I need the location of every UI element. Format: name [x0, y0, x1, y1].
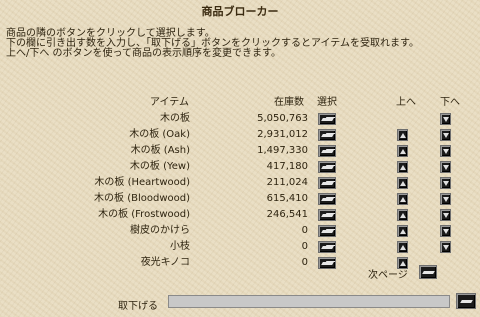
header-item: アイテム [150, 97, 189, 108]
item-name: 木の板 (Frostwood) [98, 209, 190, 220]
select-button[interactable] [318, 257, 336, 269]
item-row: 木の板 (Frostwood) 246,541 [0, 207, 480, 223]
item-stock: 0 [301, 225, 308, 236]
item-name: 小枝 [170, 241, 190, 252]
select-button[interactable] [318, 241, 336, 253]
next-page-button[interactable] [419, 265, 437, 279]
item-row: 小枝 0 [0, 239, 480, 255]
item-row: 樹皮のかけら 0 [0, 223, 480, 239]
next-page-label: 次ページ [368, 270, 408, 281]
item-name: 木の板 (Oak) [129, 129, 190, 140]
move-down-button[interactable] [440, 193, 451, 205]
item-row: 木の板 (Heartwood) 211,024 [0, 175, 480, 191]
move-down-button[interactable] [440, 129, 451, 141]
select-button[interactable] [318, 193, 336, 205]
item-name: 木の板 (Ash) [130, 145, 190, 156]
move-up-button[interactable] [397, 177, 408, 189]
withdraw-quantity-input[interactable] [168, 295, 450, 308]
move-up-button[interactable] [397, 225, 408, 237]
withdraw-button[interactable] [456, 293, 476, 309]
item-row: 木の板 (Oak) 2,931,012 [0, 127, 480, 143]
move-up-button[interactable] [397, 145, 408, 157]
item-stock: 211,024 [266, 177, 308, 188]
move-up-button[interactable] [397, 241, 408, 253]
item-name: 樹皮のかけら [130, 225, 190, 236]
move-down-button[interactable] [440, 161, 451, 173]
header-stock: 在庫数 [274, 97, 304, 108]
item-name: 木の板 [160, 113, 190, 124]
move-down-button[interactable] [440, 145, 451, 157]
move-up-button[interactable] [397, 161, 408, 173]
item-row: 木の板 (Ash) 1,497,330 [0, 143, 480, 159]
move-up-button[interactable] [397, 193, 408, 205]
select-button[interactable] [318, 225, 336, 237]
header-down: 下へ [440, 97, 460, 108]
item-row: 木の板 (Bloodwood) 615,410 [0, 191, 480, 207]
item-stock: 1,497,330 [257, 145, 308, 156]
item-stock: 5,050,763 [257, 113, 308, 124]
item-name: 木の板 (Heartwood) [94, 177, 190, 188]
select-button[interactable] [318, 129, 336, 141]
select-button[interactable] [318, 209, 336, 221]
item-stock: 0 [301, 257, 308, 268]
item-name: 木の板 (Bloodwood) [94, 193, 190, 204]
move-down-button[interactable] [440, 177, 451, 189]
header-select: 選択 [317, 97, 337, 108]
item-row: 木の板 5,050,763 [0, 111, 480, 127]
item-stock: 0 [301, 241, 308, 252]
select-button[interactable] [318, 161, 336, 173]
move-up-button[interactable] [397, 209, 408, 221]
instruction-line-3: 上へ/下へ のボタンを使って商品の表示順序を変更できます。 [6, 48, 282, 59]
item-row: 夜光キノコ 0 [0, 255, 480, 271]
move-down-button[interactable] [440, 225, 451, 237]
move-down-button[interactable] [440, 241, 451, 253]
item-name: 木の板 (Yew) [129, 161, 190, 172]
header-up: 上へ [396, 97, 416, 108]
item-stock: 417,180 [266, 161, 308, 172]
item-stock: 615,410 [266, 193, 308, 204]
item-stock: 2,931,012 [257, 129, 308, 140]
move-up-button[interactable] [397, 129, 408, 141]
move-down-button[interactable] [440, 113, 451, 125]
select-button[interactable] [318, 177, 336, 189]
window-title: 商品ブローカー [201, 5, 279, 18]
move-down-button[interactable] [440, 209, 451, 221]
item-row: 木の板 (Yew) 417,180 [0, 159, 480, 175]
select-button[interactable] [318, 145, 336, 157]
withdraw-label: 取下げる [118, 301, 158, 312]
select-button[interactable] [318, 113, 336, 125]
item-stock: 246,541 [266, 209, 308, 220]
item-name: 夜光キノコ [140, 257, 190, 268]
